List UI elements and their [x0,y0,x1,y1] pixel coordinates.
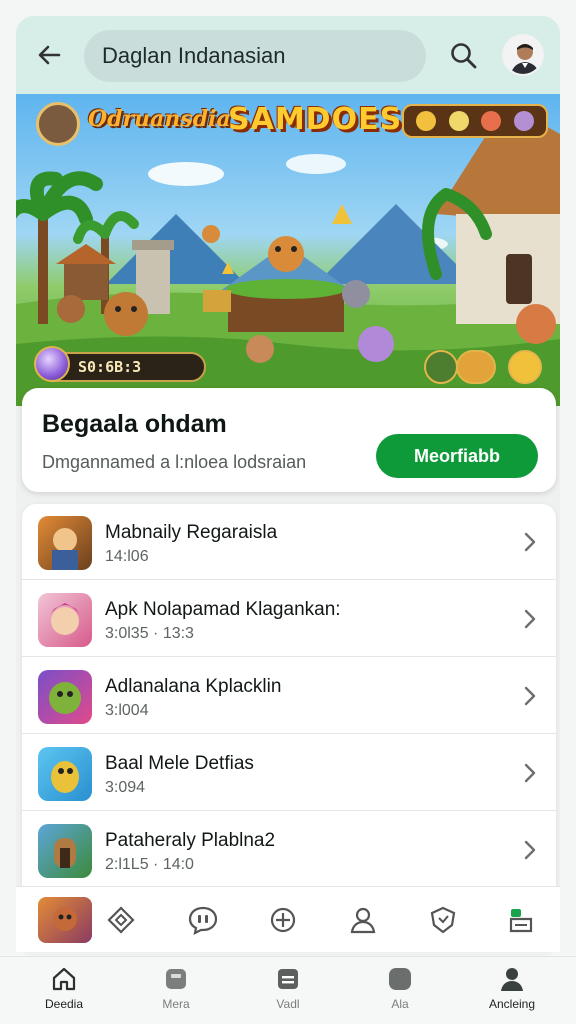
list-item-meta: 14:l06 [105,548,149,565]
list-item-title: Pataheraly Plablna2 [105,830,276,851]
bottom-navigation: Deedia Mera Vadl Ala Ancleing [0,956,576,1024]
home-icon [50,965,78,993]
target-button[interactable] [266,903,300,937]
store-button[interactable] [504,903,538,937]
nav-item-square[interactable]: Ala [350,957,450,1024]
top-app-bar: Daglan Indanasian [16,16,560,94]
game-logo-title: SAMDOES [228,102,403,137]
feather-icon [448,111,469,131]
game-list: Mabnaily Regaraisla 14:l06 Apk Nolapamad… [22,504,556,902]
flower-icon [481,111,502,131]
feature-card: Begaala ohdam Dmgannamed a l:nloea lodsr… [22,388,556,492]
banner-action-2[interactable] [456,350,496,384]
list-item[interactable]: Adlanalana Kplacklin 3:l004 [22,658,556,734]
game-banner[interactable]: Odruansdia SAMDOES S0:6B:3 [16,94,560,406]
list-item-title: Apk Nolapamad Klagankan: [105,599,341,620]
player-avatar[interactable] [36,102,80,146]
square-icon [386,965,414,993]
recent-game-thumb[interactable] [38,897,92,943]
nav-label-home: Deedia [44,997,84,1011]
chevron-right-icon [524,763,536,783]
nav-label-list: Vadl [276,997,300,1011]
score-text: S0:6B:3 [78,358,142,376]
game-thumb-shrine [38,824,92,878]
list-item[interactable]: Baal Mele Detfias 3:094 [22,735,556,811]
list-item[interactable]: Mabnaily Regaraisla 14:l06 [22,504,556,580]
search-button[interactable] [446,38,482,74]
list-icon [274,965,302,993]
list-item[interactable]: Apk Nolapamad Klagankan: 3:0l35 · 13:3 [22,581,556,657]
game-thumb-pink-hero [38,593,92,647]
account-icon [498,965,526,993]
search-input[interactable]: Daglan Indanasian [84,30,426,82]
chevron-right-icon [524,840,536,860]
list-item-title: Mabnaily Regaraisla [105,522,278,543]
list-item-meta: 2:l1L5 · 14:0 [105,856,194,873]
profile-avatar[interactable] [502,34,544,76]
crosshair-icon [270,907,296,933]
search-icon [451,43,477,69]
chat-button[interactable] [186,903,220,937]
game-thumb-green-creature [38,670,92,724]
feature-action-button[interactable]: Meorfiabb [376,434,538,478]
list-item-meta: 3:094 [105,779,146,796]
shield-button[interactable] [426,903,460,937]
gem-icon [34,346,70,382]
nav-item-apps[interactable]: Mera [126,957,226,1024]
banner-action-3[interactable] [508,350,542,384]
banner-action-1[interactable] [424,350,458,384]
game-logo-left: Odruansdia [88,106,231,132]
store-icon [509,909,533,933]
nav-item-list[interactable]: Vadl [238,957,338,1024]
person-icon [350,907,376,934]
diamond-button[interactable] [104,903,138,937]
nav-item-home[interactable]: Deedia [14,957,114,1024]
list-item-meta: 3:l004 [105,702,149,719]
back-button[interactable] [32,38,66,72]
list-item-title: Adlanalana Kplacklin [105,676,282,697]
game-thumb-yellow-monster [38,747,92,801]
arrow-left-icon [38,45,61,65]
chevron-right-icon [524,686,536,706]
chevron-right-icon [524,532,536,552]
chat-bubble-icon [188,906,218,935]
app-window: Daglan Indanasian Odruansdia SAMDOES S0:… [16,16,560,956]
nav-label-account: Ancleing [488,997,536,1011]
shield-icon [430,906,456,934]
apps-icon [162,965,190,993]
search-query-text: Daglan Indanasian [102,43,286,68]
profile-button[interactable] [346,903,380,937]
diamond-icon [107,906,135,934]
nav-label-apps: Mera [162,997,190,1011]
list-item-meta: 3:0l35 · 13:3 [105,625,194,642]
game-thumb-adventurer [38,516,92,570]
list-item[interactable]: Pataheraly Plablna2 2:l1L5 · 14:0 [22,812,556,888]
list-item-title: Baal Mele Detfias [105,753,254,774]
tool-icon [513,111,534,131]
feature-title: Begaala ohdam [42,410,227,438]
avatar-portrait [504,36,542,74]
quick-actions-bar [16,886,560,952]
chevron-right-icon [524,609,536,629]
nav-label-square: Ala [391,997,409,1011]
nav-item-account[interactable]: Ancleing [462,957,562,1024]
coin-icon [416,111,437,131]
feature-subtitle: Dmgannamed a l:nloea lodsraian [42,452,307,472]
resources-bar[interactable] [402,104,548,138]
